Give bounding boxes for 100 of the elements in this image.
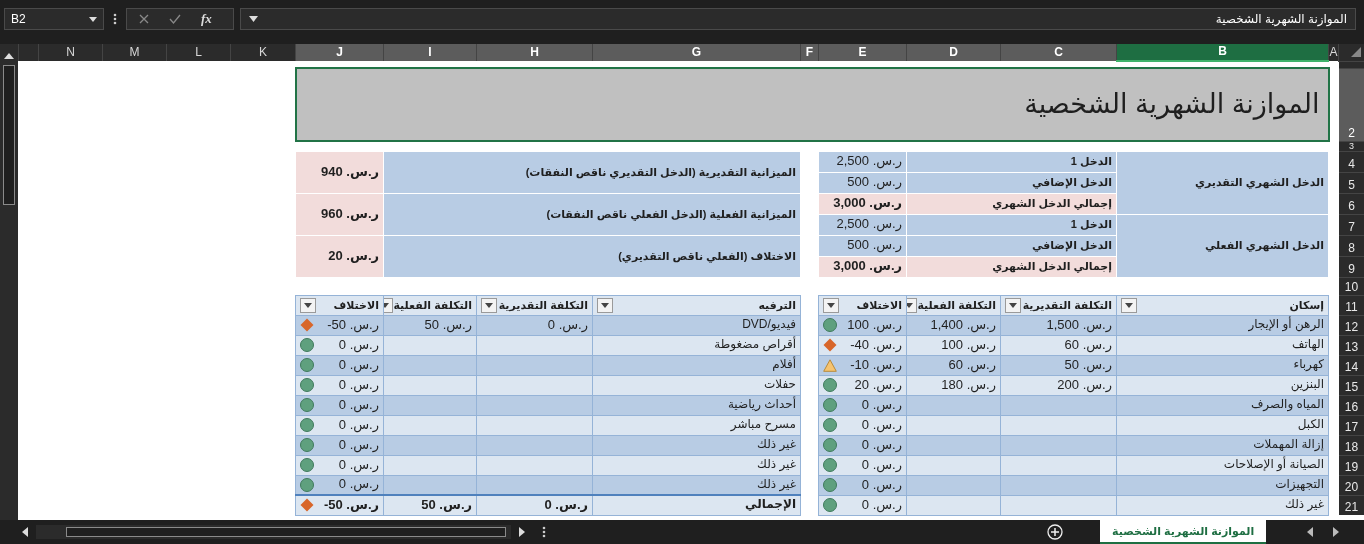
amount-text: ر.س. 100 <box>847 317 902 333</box>
amount-text: ر.س. 2,500 <box>836 154 902 169</box>
column-title: التكلفة الفعلية <box>917 298 996 312</box>
row-header[interactable]: 19 <box>1338 455 1364 475</box>
row-header[interactable]: 21 <box>1338 495 1364 515</box>
amount-text: ر.س. 960 <box>321 206 379 222</box>
amount-text: ر.س. 1,500 <box>1046 317 1112 333</box>
table-cell: الدخل الشهري التقديري <box>1116 151 1329 214</box>
table-cell: الدخل الإضافي <box>906 235 1117 256</box>
amount-text: ر.س. 1,400 <box>930 317 996 333</box>
table-cell: إجمالي الدخل الشهري <box>906 193 1117 214</box>
row-header[interactable]: 17 <box>1338 415 1364 435</box>
table-cell: الاختلاف (الفعلي ناقص التقديري) <box>383 235 801 277</box>
column-header[interactable]: K <box>230 44 296 61</box>
row-header[interactable]: 4 <box>1338 151 1364 172</box>
amount-text: ر.س. 0 <box>861 477 902 493</box>
table-cell: الدخل 1 <box>906 214 1117 235</box>
row-header[interactable]: 5 <box>1338 172 1364 193</box>
column-header[interactable]: H <box>476 44 593 61</box>
amount-text: ر.س. 0 <box>338 337 379 353</box>
row-header[interactable]: 13 <box>1338 335 1364 355</box>
row-header[interactable]: 12 <box>1338 315 1364 335</box>
column-header[interactable]: C <box>1000 44 1117 61</box>
row-header[interactable]: 9 <box>1338 256 1364 277</box>
table-cell: إجمالي الدخل الشهري <box>906 256 1117 277</box>
column-header[interactable]: M <box>102 44 167 61</box>
amount-text: ر.س. 0 <box>338 397 379 413</box>
amount-text: ر.س. 40- <box>850 337 902 353</box>
amount-text: ر.س. 3,000 <box>833 259 902 274</box>
table-cell: الدخل الشهري الفعلي <box>1116 214 1329 277</box>
amount-text: ر.س. 0 <box>547 317 588 333</box>
column-header[interactable]: D <box>906 44 1001 61</box>
table-cell: غير ذلك <box>592 435 801 455</box>
amount-text: ر.س. 500 <box>847 238 902 253</box>
sheet-tab[interactable]: الموازنة الشهرية الشخصية <box>1100 520 1267 544</box>
amount-text: ر.س. 20 <box>854 377 902 393</box>
table-cell: غير ذلك <box>1116 495 1329 515</box>
row-header[interactable]: 10 <box>1338 277 1364 295</box>
row-header[interactable]: 8 <box>1338 235 1364 256</box>
amount-text: ر.س. 50 <box>421 497 472 513</box>
amount-text: ر.س. 50- <box>323 497 379 513</box>
column-header[interactable]: B <box>1116 44 1329 61</box>
amount-text: ر.س. 200 <box>1057 377 1112 393</box>
column-title: التكلفة التقديرية <box>498 298 588 312</box>
amount-text: ر.س. 0 <box>338 437 379 453</box>
amount-text: ر.س. 0 <box>338 357 379 373</box>
column-header[interactable]: E <box>818 44 907 61</box>
amount-text: ر.س. 20 <box>328 248 379 264</box>
amount-text: ر.س. 180 <box>941 377 996 393</box>
table-cell: غير ذلك <box>592 475 801 495</box>
column-header[interactable]: J <box>295 44 384 61</box>
amount-text: ر.س. 0 <box>544 497 588 513</box>
row-header[interactable]: 3 <box>1338 141 1364 151</box>
table-cell: البنزين <box>1116 375 1329 395</box>
column-title: الاختلاف <box>856 298 902 312</box>
amount-text: ر.س. 0 <box>338 417 379 433</box>
amount-text: ر.س. 50- <box>327 317 379 333</box>
table-cell: إزالة المهملات <box>1116 435 1329 455</box>
column-header[interactable]: F <box>800 44 819 61</box>
table-cell: التجهيزات <box>1116 475 1329 495</box>
column-header[interactable]: G <box>592 44 801 61</box>
amount-text: ر.س. 0 <box>338 457 379 473</box>
formula-bar[interactable]: الموازنة الشهرية الشخصية <box>240 8 1356 30</box>
amount-text: ر.س. 100 <box>941 337 996 353</box>
row-header[interactable]: 2 <box>1338 68 1364 141</box>
column-header[interactable]: N <box>38 44 103 61</box>
row-header[interactable]: 14 <box>1338 355 1364 375</box>
amount-text: ر.س. 0 <box>338 477 379 493</box>
amount-text: ر.س. 0 <box>861 457 902 473</box>
column-title: إسكان <box>1289 298 1324 312</box>
table-cell: حفلات <box>592 375 801 395</box>
column-header[interactable]: L <box>166 44 231 61</box>
row-header[interactable]: 6 <box>1338 193 1364 214</box>
amount-text: ر.س. 50 <box>424 317 472 333</box>
table-cell: الكبل <box>1116 415 1329 435</box>
amount-text: ر.س. 50 <box>1064 357 1112 373</box>
amount-text: ر.س. 60 <box>1064 337 1112 353</box>
amount-text: ر.س. 0 <box>861 497 902 513</box>
row-header[interactable]: 11 <box>1338 295 1364 315</box>
column-title: التكلفة الفعلية <box>393 298 472 312</box>
table-cell: الدخل الإضافي <box>906 172 1117 193</box>
amount-text: ر.س. 0 <box>861 437 902 453</box>
row-header[interactable]: 15 <box>1338 375 1364 395</box>
row-header[interactable]: 20 <box>1338 475 1364 495</box>
row-header[interactable]: 18 <box>1338 435 1364 455</box>
amount-text: ر.س. 500 <box>847 175 902 190</box>
amount-text: ر.س. 0 <box>861 417 902 433</box>
row-header[interactable]: 16 <box>1338 395 1364 415</box>
table-cell: مسرح مباشر <box>592 415 801 435</box>
insert-function-button[interactable]: fx <box>201 9 212 29</box>
table-cell: الميزانية الفعلية (الدخل الفعلي ناقص النفقات) <box>383 193 801 235</box>
table-cell: الدخل 1 <box>906 151 1117 172</box>
name-box[interactable]: B2 <box>4 8 104 30</box>
table-cell: غير ذلك <box>592 455 801 475</box>
amount-text: ر.س. 0 <box>861 397 902 413</box>
row-header[interactable]: 7 <box>1338 214 1364 235</box>
table-cell: الميزانية التقديرية (الدخل التقديري ناقص النفقات) <box>383 151 801 193</box>
column-header[interactable]: I <box>383 44 477 61</box>
amount-text: ر.س. 0 <box>338 377 379 393</box>
table-cell: أحداث رياضية <box>592 395 801 415</box>
